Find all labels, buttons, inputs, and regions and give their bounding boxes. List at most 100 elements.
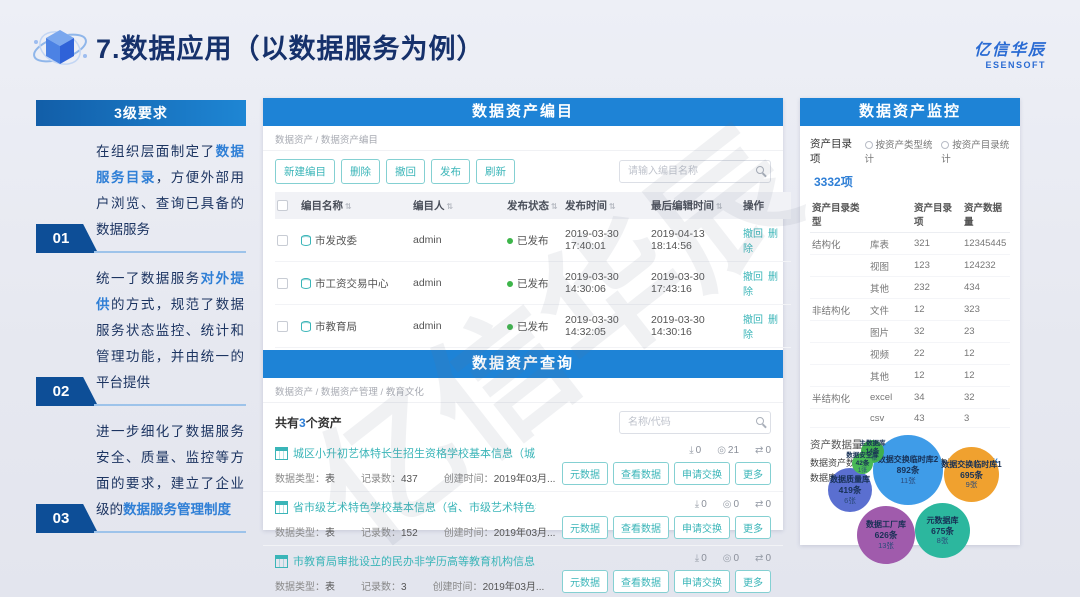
metadata-button[interactable]: 元数据 xyxy=(562,570,608,593)
withdraw-button[interactable]: 撤回 xyxy=(386,159,425,184)
catalog-name-link[interactable]: 市工资交易中心 xyxy=(299,262,411,305)
request-exchange-button[interactable]: 申请交换 xyxy=(674,462,730,485)
table-grid-icon xyxy=(275,501,288,514)
delete-button[interactable]: 删除 xyxy=(341,159,380,184)
catalog-toolbar: 新建编目 删除 撤回 发布 刷新 xyxy=(263,151,783,190)
asset-meta: 数据类型：表 记录数：152 创建时间：2019年03月... xyxy=(275,524,536,539)
cube-logo-icon xyxy=(30,16,90,78)
row-checkbox[interactable] xyxy=(277,321,288,332)
publish-time-cell: 2019-03-30 17:40:01 xyxy=(563,219,649,262)
withdraw-link[interactable]: 撤回 xyxy=(743,272,763,283)
sort-icon[interactable]: ⇅ xyxy=(551,202,558,211)
bubble-data-security-db[interactable]: 数据安全库42条1张 xyxy=(852,453,873,474)
publish-time-cell: 2019-03-30 14:32:05 xyxy=(563,305,649,348)
list-item: 省市级艺术特色学校基本信息（省、市级艺术特色学校基本信息）（/市教育局/教育文化… xyxy=(263,492,783,546)
query-panel-title: 数据资产查询 xyxy=(263,350,783,378)
asset-search xyxy=(619,411,771,434)
catalog-name-link[interactable]: 市教育局 xyxy=(299,305,411,348)
table-row: 市工资交易中心 admin 已发布 2019-03-30 14:30:06 20… xyxy=(275,262,791,305)
views-icon: ◎ xyxy=(723,499,732,510)
withdraw-link[interactable]: 撤回 xyxy=(743,315,763,326)
table-row: 图片3223 xyxy=(810,321,1010,343)
sort-icon[interactable]: ⇅ xyxy=(609,202,616,211)
main-panels: 数据资产编目 数据资产 / 数据资产编目 新建编目 删除 撤回 发布 刷新 编目… xyxy=(263,98,783,530)
table-row: csv433 xyxy=(810,409,1010,428)
radio-icon[interactable] xyxy=(941,141,949,149)
monitor-filter-row: 资产目录项 按资产类型统计 按资产目录统计 xyxy=(810,136,1010,166)
search-icon[interactable] xyxy=(756,166,764,174)
asset-title-link[interactable]: 城区小升初艺体特长生招生资格学校基本信息（城区小升初艺体特长生招生资格学校基本.… xyxy=(275,445,536,461)
page-title: 7.数据应用（以数据服务为例） xyxy=(96,27,485,66)
query-breadcrumb: 数据资产 / 数据资产管理 / 教育文化 xyxy=(263,378,783,403)
search-icon[interactable] xyxy=(756,417,764,425)
request-exchange-button[interactable]: 申请交换 xyxy=(674,516,730,539)
table-grid-icon xyxy=(275,447,288,460)
requirement-badge-1: 01 xyxy=(36,224,98,253)
metadata-button[interactable]: 元数据 xyxy=(562,516,608,539)
exchange-icon: ⇄ xyxy=(755,445,763,456)
publish-button[interactable]: 发布 xyxy=(431,159,470,184)
editor-cell: admin xyxy=(411,219,505,262)
exchange-icon: ⇄ xyxy=(755,553,763,564)
catalog-search-input[interactable] xyxy=(619,160,771,183)
database-icon xyxy=(301,321,311,332)
radio-by-type[interactable]: 按资产类型统计 xyxy=(865,137,934,165)
sort-icon[interactable]: ⇅ xyxy=(716,202,723,211)
request-exchange-button[interactable]: 申请交换 xyxy=(674,570,730,593)
asset-stats: ⤓0 ◎0 ⇄0 xyxy=(695,553,771,564)
asset-stats: ⤓0 ◎0 ⇄0 xyxy=(695,499,771,510)
view-data-button[interactable]: 查看数据 xyxy=(613,462,669,485)
last-edit-cell: 2019-03-30 17:43:16 xyxy=(649,262,741,305)
catalog-items-label: 资产目录项 xyxy=(810,136,857,166)
catalog-breadcrumb: 数据资产 / 数据资产编目 xyxy=(263,126,783,151)
radio-icon[interactable] xyxy=(865,141,873,149)
table-row: 半结构化excel3432 xyxy=(810,387,1010,409)
sidebar-header: 3级要求 xyxy=(36,100,246,126)
catalog-table: 编目名称⇅ 编目人⇅ 发布状态⇅ 发布时间⇅ 最后编辑时间⇅ 操作 市发改委 a… xyxy=(275,192,791,348)
table-row: 非结构化文件12323 xyxy=(810,299,1010,321)
requirement-badge-3: 03 xyxy=(36,504,98,533)
bubble-data-factory-db[interactable]: 数据工厂库626条13张 xyxy=(857,506,915,564)
bubble-exchange-temp-db1[interactable]: 数据交换临时库1695条9张 xyxy=(944,447,999,502)
last-edit-cell: 2019-03-30 14:30:16 xyxy=(649,305,741,348)
metadata-button[interactable]: 元数据 xyxy=(562,462,608,485)
editor-cell: admin xyxy=(411,305,505,348)
monitor-panel: 数据资产监控 资产目录项 按资产类型统计 按资产目录统计 3332项 资产目录类… xyxy=(800,98,1020,545)
catalog-name-link[interactable]: 市发改委 xyxy=(299,219,411,262)
status-cell: 已发布 xyxy=(505,262,563,305)
asset-search-input[interactable] xyxy=(619,411,771,434)
exchange-icon: ⇄ xyxy=(755,499,763,510)
monitor-table-header: 资产目录类型 资产目录项资产数据量 xyxy=(810,196,1010,233)
requirement-item-3: 进一步细化了数据服务安全、质量、监控等方面的要求，建立了企业级的数据服务管理制度… xyxy=(36,406,246,533)
more-button[interactable]: 更多 xyxy=(735,570,771,593)
views-icon: ◎ xyxy=(717,445,726,456)
download-icon: ⤓ xyxy=(689,445,693,456)
more-button[interactable]: 更多 xyxy=(735,462,771,485)
row-checkbox[interactable] xyxy=(277,235,288,246)
query-summary-row: 共有3个资产 xyxy=(263,403,783,438)
last-edit-cell: 2019-04-13 18:14:56 xyxy=(649,219,741,262)
new-catalog-button[interactable]: 新建编目 xyxy=(275,159,335,184)
asset-meta: 数据类型：表 记录数：3 创建时间：2019年03月... xyxy=(275,578,536,593)
sort-icon[interactable]: ⇅ xyxy=(345,202,352,211)
view-data-button[interactable]: 查看数据 xyxy=(613,570,669,593)
view-data-button[interactable]: 查看数据 xyxy=(613,516,669,539)
asset-title-link[interactable]: 省市级艺术特色学校基本信息（省、市级艺术特色学校基本信息）（/市教育局/教育文化… xyxy=(275,499,536,515)
more-button[interactable]: 更多 xyxy=(735,516,771,539)
withdraw-link[interactable]: 撤回 xyxy=(743,229,763,240)
table-row: 视频2212 xyxy=(810,343,1010,365)
select-all-checkbox[interactable] xyxy=(277,200,288,211)
refresh-button[interactable]: 刷新 xyxy=(476,159,515,184)
bubble-metadata-db[interactable]: 元数据库675条8张 xyxy=(915,503,970,558)
monitor-panel-title: 数据资产监控 xyxy=(800,98,1020,126)
brand-logo: 亿信华辰 ESENSOFT xyxy=(974,36,1046,70)
sort-icon[interactable]: ⇅ xyxy=(447,202,454,211)
asset-title-link[interactable]: 市教育局审批设立的民办非学历高等教育机构信息（市教育局审批设立的民办非学历高等.… xyxy=(275,553,536,569)
row-checkbox[interactable] xyxy=(277,278,288,289)
database-icon xyxy=(301,278,311,289)
published-dot-icon xyxy=(507,324,513,330)
radio-by-catalog[interactable]: 按资产目录统计 xyxy=(941,137,1010,165)
table-row: 其他232434 xyxy=(810,277,1010,299)
catalog-search xyxy=(619,160,771,183)
requirement-text-3: 进一步细化了数据服务安全、质量、监控等方面的要求，建立了企业级的数据服务管理制度 xyxy=(96,419,244,523)
